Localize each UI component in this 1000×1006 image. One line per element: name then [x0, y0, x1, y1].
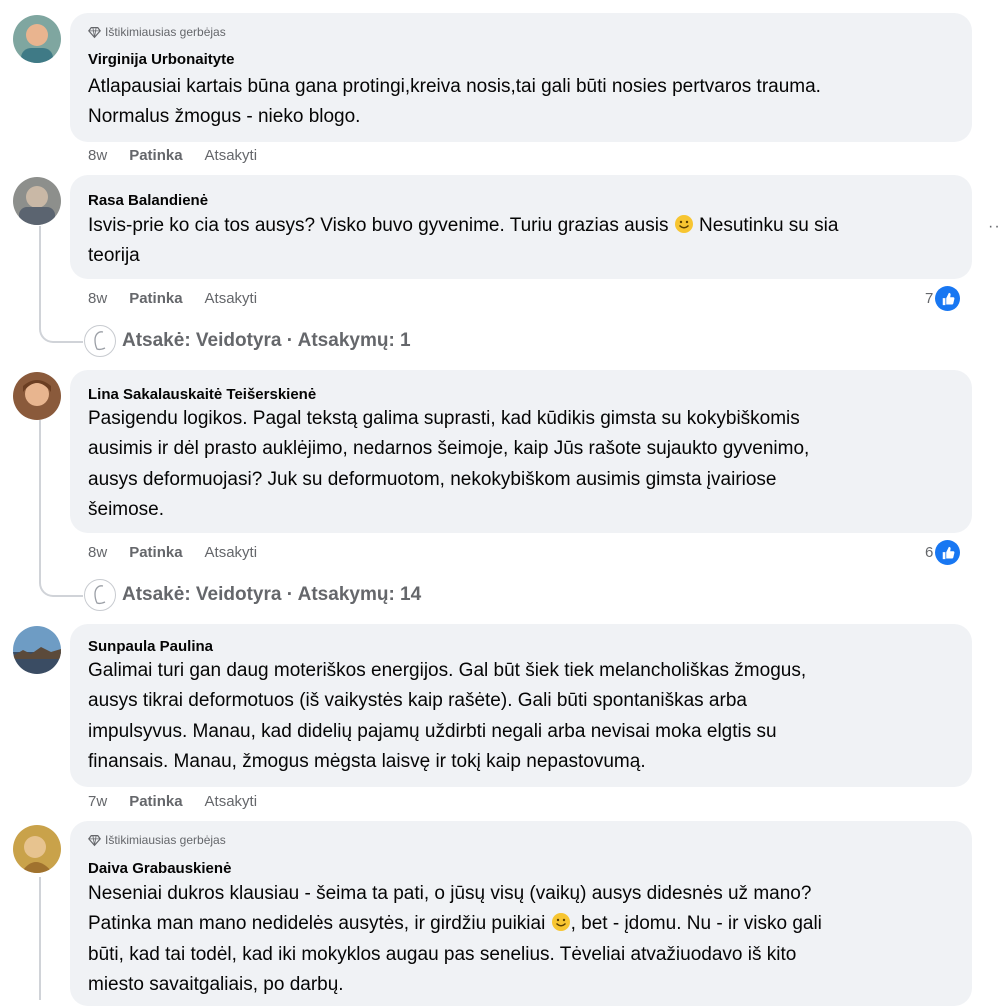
like-button[interactable]: Patinka	[129, 147, 182, 164]
diamond-icon	[88, 834, 101, 846]
comment-text: Galimai turi gan daug moteriškos energij…	[88, 660, 807, 772]
comment-author[interactable]: Rasa Balandienė	[88, 192, 208, 209]
thread-line	[39, 420, 41, 577]
reaction-count[interactable]: 6	[925, 540, 961, 565]
view-replies-link[interactable]: Atsakė: Veidotyra · Atsakymų: 14	[84, 579, 421, 611]
thread-line	[39, 575, 83, 597]
like-button[interactable]: Patinka	[129, 290, 182, 307]
thumbs-up-icon	[935, 286, 961, 311]
diamond-icon	[88, 26, 101, 38]
comment-actions: 8w Patinka Atsakyti	[88, 290, 257, 307]
comment-time[interactable]: 8w	[88, 544, 107, 561]
reply-button[interactable]: Atsakyti	[205, 793, 258, 810]
comment-author[interactable]: Sunpaula Paulina	[88, 638, 213, 655]
comment-text: Pasigendu logikos. Pagal tekstą galima s…	[88, 408, 810, 520]
veidotyra-avatar	[84, 579, 116, 611]
thread-line	[39, 877, 41, 1000]
avatar[interactable]	[13, 177, 61, 225]
more-options-icon[interactable]: ··	[988, 218, 1000, 236]
comment-time[interactable]: 8w	[88, 290, 107, 307]
smiling-face-icon	[551, 913, 570, 932]
avatar[interactable]	[13, 626, 61, 674]
view-replies-link[interactable]: Atsakė: Veidotyra · Atsakymų: 1	[84, 325, 411, 357]
comment-actions: 8w Patinka Atsakyti	[88, 544, 257, 561]
like-button[interactable]: Patinka	[129, 793, 182, 810]
reply-button[interactable]: Atsakyti	[205, 290, 258, 307]
top-fan-badge: Ištikimiausias gerbėjas	[88, 25, 226, 39]
comment-time[interactable]: 7w	[88, 793, 107, 810]
smiling-face-icon	[674, 215, 693, 233]
comment-time[interactable]: 8w	[88, 147, 107, 164]
avatar[interactable]	[13, 825, 61, 873]
reply-button[interactable]: Atsakyti	[205, 544, 258, 561]
comment-author[interactable]: Lina Sakalauskaitė Teišerskienė	[88, 386, 316, 403]
thread-line	[39, 321, 83, 343]
veidotyra-avatar	[84, 325, 116, 357]
avatar[interactable]	[13, 15, 61, 63]
avatar[interactable]	[13, 372, 61, 420]
comment-author[interactable]: Daiva Grabauskienė	[88, 860, 231, 877]
reaction-count[interactable]: 7	[925, 286, 961, 311]
comment-actions: 7w Patinka Atsakyti	[88, 793, 257, 810]
thumbs-up-icon	[935, 540, 961, 565]
comment-text: Atlapausiai kartais būna gana protingi,k…	[88, 76, 821, 128]
comment-author[interactable]: Virginija Urbonaityte	[88, 51, 234, 68]
comment-text: Isvis-prie ko cia tos ausys? Visko buvo …	[88, 215, 839, 267]
thread-line	[39, 226, 41, 323]
comment-text: Neseniai dukros klausiau - šeima ta pati…	[88, 883, 822, 995]
like-button[interactable]: Patinka	[129, 544, 182, 561]
comment-actions: 8w Patinka Atsakyti	[88, 147, 257, 164]
reply-button[interactable]: Atsakyti	[205, 147, 258, 164]
top-fan-badge: Ištikimiausias gerbėjas	[88, 833, 226, 847]
